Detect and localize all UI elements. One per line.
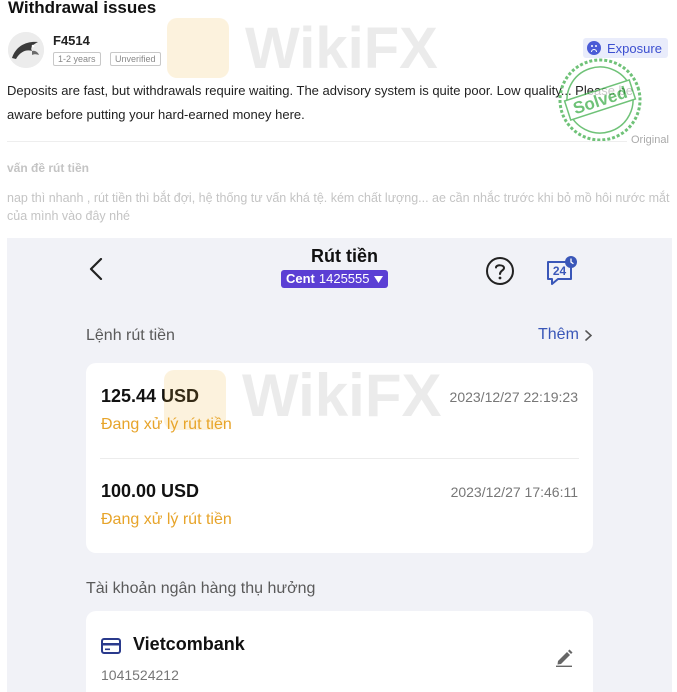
bank-section-label: Tài khoản ngân hàng thụ hưởng [86,580,316,597]
verification-tag: Unverified [110,52,161,66]
withdrawals-card: 125.44 USD 2023/12/27 22:19:23 Đang xử l… [86,363,593,553]
sad-face-icon [587,41,601,55]
withdrawal-row[interactable]: 125.44 USD 2023/12/27 22:19:23 Đang xử l… [86,363,593,458]
more-link[interactable]: Thêm [538,326,592,344]
eagle-avatar-icon [8,32,44,68]
exposure-label: Exposure [607,40,662,56]
support-chat-icon[interactable]: 24 [545,254,579,286]
membership-tag: 1-2 years [53,52,101,66]
app-title: Rút tiền [311,246,378,266]
embedded-app-screenshot: Rút tiền Cent 1425555 24 Lệnh rút tiền T… [7,238,672,692]
original-title: vấn đề rút tiền [7,161,90,175]
account-type: Cent [286,271,315,286]
username[interactable]: F4514 [53,33,90,48]
chevron-right-icon [585,329,592,341]
help-icon[interactable] [485,256,515,286]
edit-pencil-icon[interactable] [554,647,574,667]
withdrawal-datetime: 2023/12/27 22:19:23 [449,389,578,405]
withdrawal-datetime: 2023/12/27 17:46:11 [450,484,578,500]
original-label[interactable]: Original [631,134,669,146]
divider [7,141,627,142]
back-chevron-icon[interactable] [87,258,109,280]
account-selector[interactable]: Cent 1425555 [281,270,388,288]
withdrawal-row[interactable]: 100.00 USD 2023/12/27 17:46:11 Đang xử l… [86,458,593,553]
account-number: 1425555 [318,271,370,286]
withdraw-section-label: Lệnh rút tiền [86,327,175,344]
bank-card[interactable]: Vietcombank 1041524212 [86,611,593,692]
wikifx-watermark-top: WikiFX [167,16,438,80]
withdrawal-amount: 125.44 USD [101,386,200,406]
exposure-badge[interactable]: Exposure [583,38,668,58]
solved-stamp-icon: Solved [558,58,642,142]
bank-account-number: 1041524212 [101,667,179,683]
caret-down-icon [373,275,383,283]
support-badge-text: 24 [553,264,567,278]
bank-card-icon [101,638,121,654]
more-label: Thêm [538,326,579,343]
stamp-label: Solved [571,83,630,118]
withdrawal-status: Đang xử lý rút tiền [101,511,232,528]
avatar[interactable] [8,32,44,68]
page-title: Withdrawal issues [8,0,157,17]
original-text: nap thì nhanh , rút tiền thì bắt đợi, hệ… [7,191,670,223]
watermark-text: WikiFX [245,16,438,80]
bank-name: Vietcombank [133,634,245,654]
withdrawal-amount: 100.00 USD [101,481,200,501]
withdrawal-status: Đang xử lý rút tiền [101,416,232,433]
